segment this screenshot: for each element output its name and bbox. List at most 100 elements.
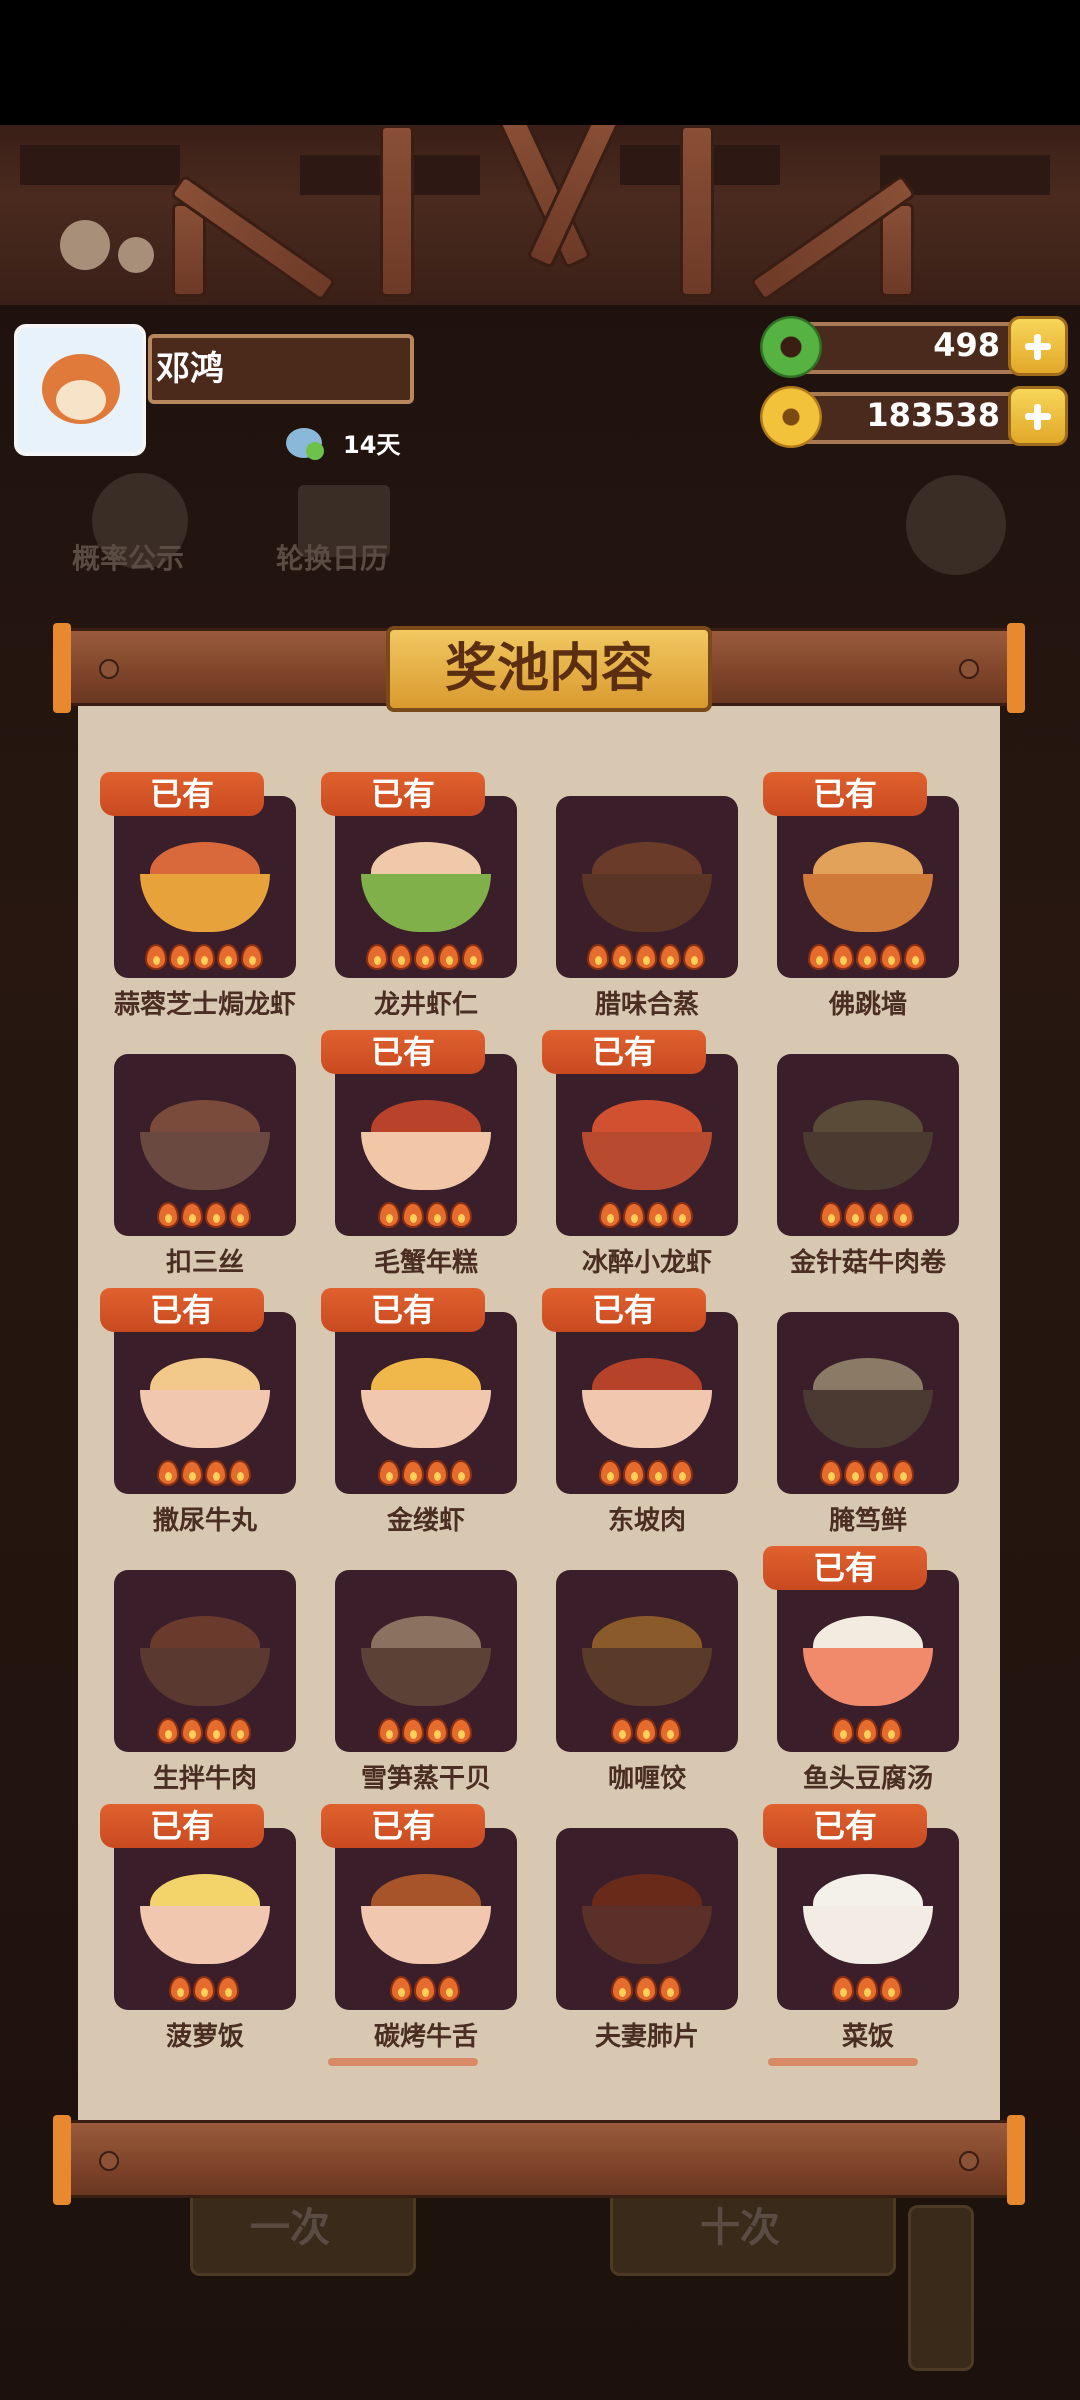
dish-card[interactable] bbox=[114, 1312, 296, 1494]
rarity-flame-icon bbox=[157, 1460, 179, 1486]
rarity-flame-icon bbox=[659, 1718, 681, 1744]
rarity-flame-icon bbox=[611, 944, 633, 970]
dish-card[interactable] bbox=[556, 1828, 738, 2010]
rarity-flame-icon bbox=[366, 944, 388, 970]
rarity-flame-icon bbox=[193, 1976, 215, 2002]
rarity-flame-icon bbox=[169, 944, 191, 970]
dish-card[interactable] bbox=[777, 1828, 959, 2010]
day-counter: 14天 bbox=[343, 431, 401, 459]
rarity-flame-icon bbox=[832, 1718, 854, 1744]
rarity-flame-icon bbox=[671, 1202, 693, 1228]
exit-button bbox=[906, 475, 1006, 575]
dish-card[interactable] bbox=[335, 1312, 517, 1494]
dish-card[interactable] bbox=[556, 1054, 738, 1236]
dish-card[interactable] bbox=[335, 1828, 517, 2010]
dish-name: 毛蟹年糕 bbox=[373, 1248, 478, 1278]
dish-bowl-icon bbox=[361, 1390, 491, 1448]
owned-badge: 已有 bbox=[542, 1030, 706, 1074]
dish-card[interactable] bbox=[777, 1054, 959, 1236]
rarity-flame-icon bbox=[868, 1202, 890, 1228]
rarity-flame-icon bbox=[635, 944, 657, 970]
dish-card[interactable] bbox=[335, 796, 517, 978]
rarity-flame-icon bbox=[904, 944, 926, 970]
avatar[interactable] bbox=[14, 324, 146, 456]
owned-badge: 已有 bbox=[321, 1030, 485, 1074]
rarity-flame-icon bbox=[587, 944, 609, 970]
rarity-flame-icon bbox=[181, 1460, 203, 1486]
rarity-flame-icon bbox=[462, 944, 484, 970]
rarity-flame-icon bbox=[450, 1718, 472, 1744]
dish-card[interactable] bbox=[777, 1312, 959, 1494]
rarity-flame-icon bbox=[683, 944, 705, 970]
rarity-flame-icon bbox=[402, 1460, 424, 1486]
avatar-face bbox=[56, 380, 106, 420]
add-jade-button[interactable] bbox=[1008, 316, 1068, 376]
dish-bowl-icon bbox=[803, 1906, 933, 1964]
prize-pool-panel: 已有 蒜蓉芝士焗龙虾 已有 龙井虾仁 腊味合蒸 已有 佛跳墙 扣三丝 已有 毛蟹年糕 已有 冰醉小龙虾… bbox=[78, 706, 1000, 2120]
dish-name: 腌笃鲜 bbox=[828, 1506, 907, 1536]
rarity-flame-icon bbox=[205, 1202, 227, 1228]
rarity-flame-icon bbox=[169, 1976, 191, 2002]
dish-bowl-icon bbox=[361, 1648, 491, 1706]
chick-figure bbox=[60, 220, 110, 270]
rarity-flame-icon bbox=[157, 1202, 179, 1228]
rarity-flame-icon bbox=[623, 1460, 645, 1486]
rarity-flame-icon bbox=[205, 1460, 227, 1486]
chick-figure-small bbox=[118, 237, 154, 273]
rarity-flame-icon bbox=[157, 1718, 179, 1744]
player-name-bar: 邓鸿 bbox=[148, 334, 414, 404]
dish-card[interactable] bbox=[335, 1054, 517, 1236]
dish-card[interactable] bbox=[335, 1570, 517, 1752]
rarity-flame-icon bbox=[868, 1460, 890, 1486]
dish-card[interactable] bbox=[114, 796, 296, 978]
rarity-flame-icon bbox=[217, 1976, 239, 2002]
calendar-label: 轮换日历 bbox=[276, 542, 389, 575]
dish-card[interactable] bbox=[556, 1570, 738, 1752]
rarity-flame-icon bbox=[229, 1202, 251, 1228]
rarity-flame-icon bbox=[820, 1202, 842, 1228]
rarity-flame-icon bbox=[647, 1460, 669, 1486]
dish-name: 咖喱饺 bbox=[607, 1764, 686, 1794]
panel-title-plate: 奖池内容 bbox=[386, 626, 712, 712]
dish-name: 碳烤牛舌 bbox=[373, 2022, 478, 2052]
dish-bowl-icon bbox=[582, 1648, 712, 1706]
rarity-flame-icon bbox=[181, 1202, 203, 1228]
scroll-rod-bottom bbox=[53, 2115, 1025, 2205]
add-coin-button[interactable] bbox=[1008, 386, 1068, 446]
dish-name: 金针菇牛肉卷 bbox=[789, 1248, 946, 1278]
dish-bowl-icon bbox=[361, 1132, 491, 1190]
dish-name: 菠萝饭 bbox=[165, 2022, 244, 2052]
dish-bowl-icon bbox=[582, 1132, 712, 1190]
coin-amount: 183538 bbox=[866, 396, 1000, 434]
rarity-flame-icon bbox=[402, 1202, 424, 1228]
dish-bowl-icon bbox=[140, 1390, 270, 1448]
dish-card[interactable] bbox=[777, 1570, 959, 1752]
draw-ten-label: 十次 bbox=[700, 2205, 780, 2251]
rarity-flame-icon bbox=[229, 1460, 251, 1486]
rarity-flame-icon bbox=[844, 1202, 866, 1228]
dish-card[interactable] bbox=[114, 1054, 296, 1236]
rarity-flame-icon bbox=[671, 1460, 693, 1486]
owned-badge: 已有 bbox=[542, 1288, 706, 1332]
dish-card[interactable] bbox=[114, 1570, 296, 1752]
rarity-flame-icon bbox=[241, 944, 263, 970]
dish-card[interactable] bbox=[114, 1828, 296, 2010]
jade-amount: 498 bbox=[933, 326, 1000, 364]
day-counter-icon bbox=[286, 422, 326, 462]
panel-title: 奖池内容 bbox=[444, 639, 653, 699]
dish-name: 冰醉小龙虾 bbox=[581, 1248, 712, 1278]
rarity-flame-icon bbox=[856, 1718, 878, 1744]
dish-bowl-icon bbox=[140, 1132, 270, 1190]
rarity-flame-icon bbox=[390, 1976, 412, 2002]
rarity-flame-icon bbox=[426, 1718, 448, 1744]
dish-card[interactable] bbox=[556, 796, 738, 978]
player-name: 邓鸿 bbox=[156, 349, 224, 389]
dish-card[interactable] bbox=[777, 796, 959, 978]
rarity-flame-icon bbox=[426, 1460, 448, 1486]
dish-bowl-icon bbox=[361, 1906, 491, 1964]
rarity-flame-icon bbox=[450, 1460, 472, 1486]
dish-bowl-icon bbox=[803, 1648, 933, 1706]
dish-name: 扣三丝 bbox=[165, 1248, 244, 1278]
dish-card[interactable] bbox=[556, 1312, 738, 1494]
rarity-flame-icon bbox=[856, 1976, 878, 2002]
